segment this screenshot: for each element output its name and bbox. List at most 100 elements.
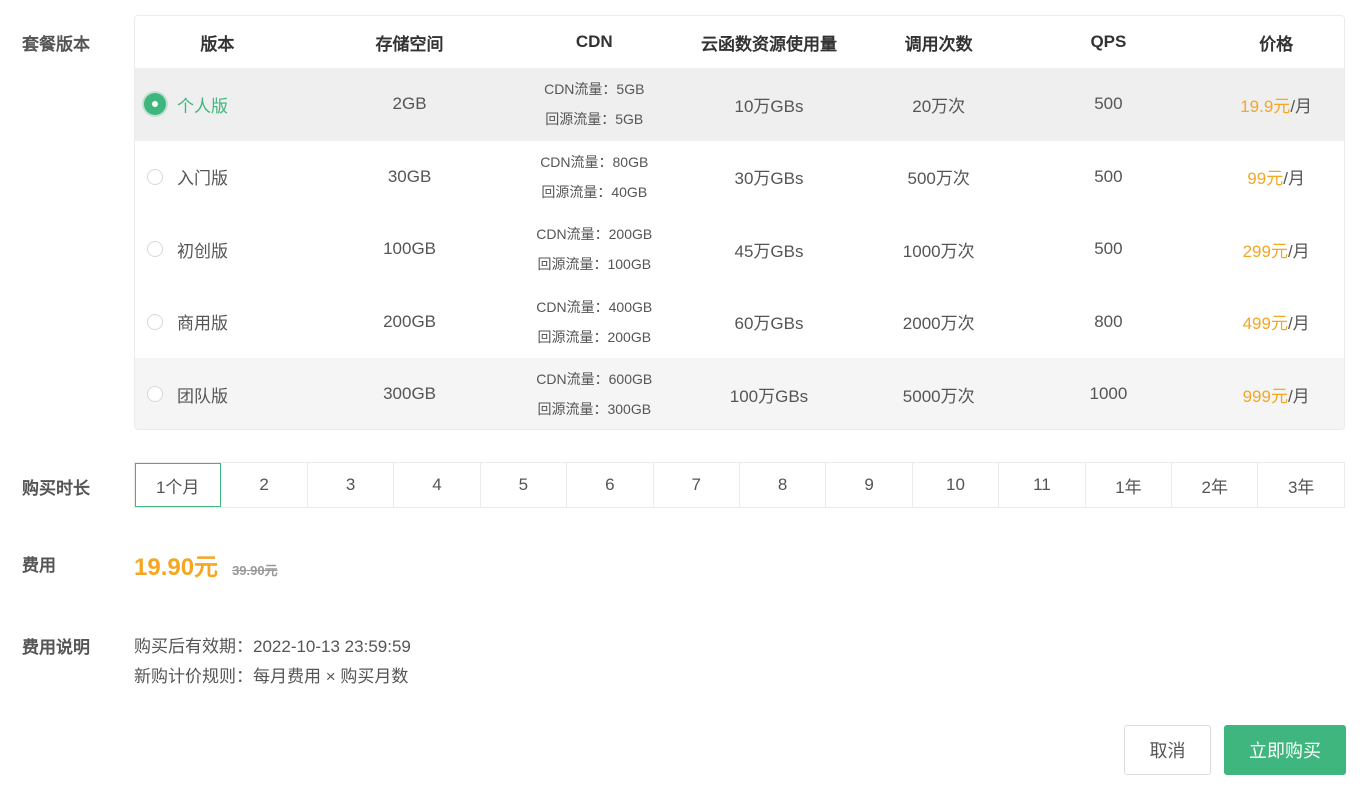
fee-original: 39.90元 <box>232 563 278 578</box>
origin-traffic: 回源流量：300GB <box>537 401 652 418</box>
function-usage-value: 10万GBs <box>734 96 804 116</box>
price-value: 999元/月 <box>1208 382 1344 407</box>
duration-label: 购买时长 <box>22 479 90 498</box>
fee-current: 19.90元 <box>134 554 219 581</box>
function-usage-value: 100万GBs <box>729 386 809 406</box>
calls-value: 5000万次 <box>902 386 975 406</box>
radio-icon[interactable] <box>147 386 163 403</box>
duration-option-1-month[interactable]: 1个月 <box>135 463 222 507</box>
duration-option[interactable]: 5 <box>481 463 568 507</box>
calls-value: 1000万次 <box>902 241 975 261</box>
origin-traffic: 回源流量：100GB <box>537 256 652 273</box>
calls-value: 2000万次 <box>902 314 975 334</box>
plan-table: 版本 存储空间 CDN 云函数资源使用量 调用次数 QPS 价格 个人版 2GB… <box>134 15 1345 430</box>
cdn-info: CDN流量：400GB 回源流量：200GB <box>519 292 669 352</box>
price-value: 499元/月 <box>1208 309 1344 334</box>
radio-icon[interactable] <box>147 241 163 258</box>
duration-option[interactable]: 11 <box>999 463 1086 507</box>
header-calls: 调用次数 <box>904 34 973 54</box>
function-usage-value: 45万GBs <box>734 241 804 261</box>
duration-option[interactable]: 2 <box>221 463 308 507</box>
header-cdn: CDN <box>575 32 613 51</box>
calls-value: 500万次 <box>907 169 970 189</box>
duration-option[interactable]: 7 <box>654 463 740 507</box>
price-amount: 999元 <box>1242 386 1288 406</box>
storage-value: 2GB <box>392 94 427 114</box>
storage-value: 100GB <box>383 239 437 259</box>
duration-option[interactable]: 3 <box>308 463 395 507</box>
cdn-info: CDN流量：200GB 回源流量：100GB <box>519 219 669 279</box>
price-unit: /月 <box>1287 314 1310 334</box>
plan-row-starter[interactable]: 入门版 30GB CDN流量：80GB 回源流量：40GB 30万GBs 500万… <box>135 141 1344 214</box>
plan-label: 套餐版本 <box>22 35 90 54</box>
plan-name: 团队版 <box>177 386 228 406</box>
price-amount: 99元 <box>1247 169 1284 189</box>
function-usage-value: 60万GBs <box>734 314 804 334</box>
cdn-info: CDN流量：80GB 回源流量：40GB <box>519 147 669 207</box>
storage-value: 300GB <box>383 384 437 404</box>
pricing-rule-note: 新购计价规则：每月费用 × 购买月数 <box>134 667 409 686</box>
header-price: 价格 <box>1259 34 1294 54</box>
price-amount: 499元 <box>1242 314 1288 334</box>
qps-value: 800 <box>1094 311 1123 331</box>
plan-name: 个人版 <box>177 96 228 116</box>
price-unit: /月 <box>1283 169 1305 189</box>
duration-option[interactable]: 8 <box>740 463 827 507</box>
header-function-usage: 云函数资源使用量 <box>700 34 837 54</box>
storage-value: 200GB <box>383 311 437 331</box>
plan-name: 初创版 <box>177 241 228 261</box>
duration-selector: 1个月 2 3 4 5 6 7 8 9 10 11 1年 2年 3年 <box>134 462 1345 508</box>
price-amount: 299元 <box>1242 241 1288 261</box>
price-value: 99元/月 <box>1208 164 1344 189</box>
cdn-info: CDN流量：600GB 回源流量：300GB <box>519 364 669 424</box>
plan-name: 入门版 <box>177 169 228 189</box>
price-unit: /月 <box>1287 241 1310 261</box>
cdn-traffic: CDN流量：5GB <box>544 81 645 98</box>
duration-option[interactable]: 6 <box>567 463 654 507</box>
price-value: 19.9元/月 <box>1208 92 1344 117</box>
function-usage-value: 30万GBs <box>734 169 804 189</box>
plan-row-team[interactable]: 团队版 300GB CDN流量：600GB 回源流量：300GB 100万GBs … <box>135 358 1344 429</box>
plan-row-startup[interactable]: 初创版 100GB CDN流量：200GB 回源流量：100GB 45万GBs 1… <box>135 213 1344 286</box>
cdn-traffic: CDN流量：600GB <box>536 371 653 388</box>
origin-traffic: 回源流量：200GB <box>537 328 652 345</box>
fee-label: 费用 <box>22 556 56 575</box>
buy-now-button[interactable]: 立即购买 <box>1224 725 1346 775</box>
qps-value: 500 <box>1094 166 1123 186</box>
expiry-note: 购买后有效期：2022-10-13 23:59:59 <box>134 637 411 656</box>
header-version: 版本 <box>200 34 235 54</box>
duration-option[interactable]: 4 <box>394 463 481 507</box>
duration-option[interactable]: 1年 <box>1086 463 1173 507</box>
radio-icon[interactable] <box>147 168 163 185</box>
price-amount: 19.9元 <box>1240 96 1291 116</box>
price-unit: /月 <box>1287 386 1310 406</box>
radio-icon[interactable] <box>147 313 163 330</box>
plan-name: 商用版 <box>177 314 228 334</box>
duration-option[interactable]: 9 <box>826 463 913 507</box>
cdn-info: CDN流量：5GB 回源流量：5GB <box>519 74 669 134</box>
calls-value: 20万次 <box>912 96 966 116</box>
storage-value: 30GB <box>387 166 432 186</box>
qps-value: 1000 <box>1089 384 1128 404</box>
price-value: 299元/月 <box>1208 237 1344 262</box>
cancel-button[interactable]: 取消 <box>1124 725 1211 775</box>
duration-option[interactable]: 2年 <box>1172 463 1259 507</box>
plan-row-business[interactable]: 商用版 200GB CDN流量：400GB 回源流量：200GB 60万GBs 2… <box>135 286 1344 359</box>
radio-selected-icon[interactable] <box>144 93 166 116</box>
table-header: 版本 存储空间 CDN 云函数资源使用量 调用次数 QPS 价格 <box>135 16 1344 68</box>
header-qps: QPS <box>1090 32 1127 51</box>
qps-value: 500 <box>1094 94 1123 114</box>
duration-option[interactable]: 10 <box>913 463 1000 507</box>
cdn-traffic: CDN流量：200GB <box>536 226 653 243</box>
origin-traffic: 回源流量：5GB <box>545 111 644 128</box>
price-unit: /月 <box>1290 96 1313 116</box>
header-storage: 存储空间 <box>375 34 444 54</box>
plan-row-personal[interactable]: 个人版 2GB CDN流量：5GB 回源流量：5GB 10万GBs 20万次 50… <box>135 68 1344 141</box>
fee-display: 19.90元 39.90元 <box>134 547 278 582</box>
qps-value: 500 <box>1094 239 1123 259</box>
duration-option[interactable]: 3年 <box>1258 463 1343 507</box>
cdn-traffic: CDN流量：80GB <box>540 153 649 170</box>
cdn-traffic: CDN流量：400GB <box>536 298 653 315</box>
origin-traffic: 回源流量：40GB <box>541 183 648 200</box>
fee-note-label: 费用说明 <box>22 638 90 657</box>
